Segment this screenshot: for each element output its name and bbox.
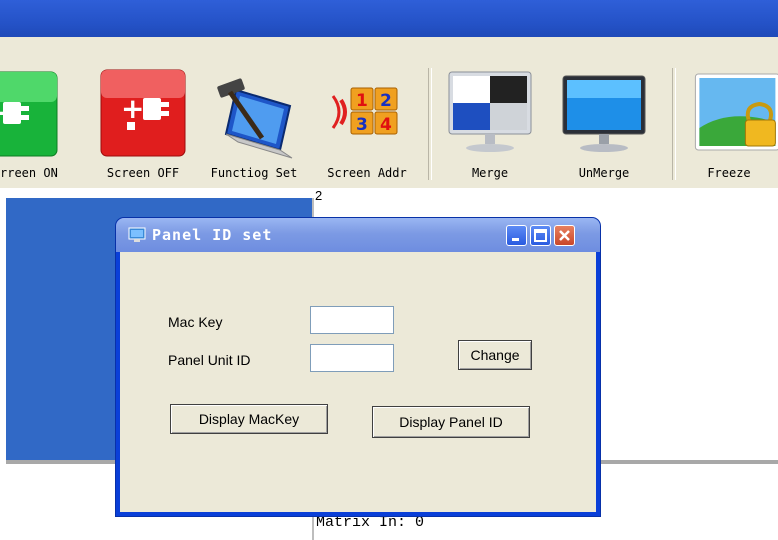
unmerge-label: UnMerge [578, 166, 630, 180]
addr-digit-3: 3 [356, 115, 368, 135]
addr-digit-1: 1 [356, 91, 368, 111]
panel-id-dialog: Panel ID set Mac Key Panel Unit ID Chang… [116, 218, 600, 516]
screen-addr-icon: 1 2 3 4 [331, 87, 398, 135]
minimize-button[interactable] [506, 225, 527, 246]
app-titlebar [0, 0, 778, 37]
mac-key-input[interactable] [310, 306, 394, 334]
dialog-title: Panel ID set [152, 226, 273, 244]
mac-key-label: Mac Key [168, 314, 223, 330]
unmerge-icon [562, 75, 646, 152]
screen-on-label: rreen ON [0, 166, 58, 180]
maximize-button[interactable] [530, 225, 551, 246]
freeze-icon [694, 73, 778, 151]
workspace-top-strip [0, 188, 778, 198]
dialog-body: Mac Key Panel Unit ID Change Display Mac… [120, 252, 596, 512]
close-icon [559, 230, 570, 241]
screen-on-icon: + [0, 71, 58, 157]
toolbar: + rreen ON + Screen OFF Functiog Set [0, 60, 778, 188]
display-mackey-button[interactable]: Display MacKey [170, 404, 328, 434]
unmerge-button[interactable]: UnMerge [554, 66, 654, 184]
close-button[interactable] [554, 225, 575, 246]
matrix-status: Matrix In: 0 [316, 514, 425, 531]
panel-unit-id-input[interactable] [310, 344, 394, 372]
merge-button[interactable]: Merge [440, 66, 540, 184]
toolbar-separator [428, 68, 432, 180]
minimize-icon [512, 238, 519, 241]
screen-addr-button[interactable]: 1 2 3 4 Screen Addr [312, 66, 422, 184]
screen-addr-label: Screen Addr [327, 166, 407, 180]
change-button[interactable]: Change [458, 340, 532, 370]
maximize-icon [534, 229, 547, 242]
addr-digit-4: 4 [380, 115, 392, 135]
display-panel-id-button[interactable]: Display Panel ID [372, 406, 530, 438]
screen-off-icon: + [100, 69, 186, 157]
panel-unit-id-label: Panel Unit ID [168, 352, 251, 368]
function-set-button[interactable]: Functiog Set [200, 66, 308, 184]
svg-text:+: + [121, 92, 144, 125]
toolbar-separator [672, 68, 676, 180]
screen-on-button[interactable]: + rreen ON [0, 66, 82, 184]
screen-off-label: Screen OFF [106, 166, 180, 180]
app-icon [128, 227, 146, 242]
function-set-label: Functiog Set [210, 166, 298, 180]
menu-bar [0, 37, 778, 61]
dialog-titlebar[interactable]: Panel ID set [116, 218, 600, 252]
merge-icon [448, 71, 532, 152]
freeze-button[interactable]: Freeze [680, 66, 778, 184]
addr-digit-2: 2 [380, 91, 392, 111]
freeze-label: Freeze [707, 166, 751, 180]
region-number: 2 [315, 188, 323, 203]
function-set-icon [217, 78, 293, 159]
screen-off-button[interactable]: + Screen OFF [96, 66, 190, 184]
merge-label: Merge [471, 166, 509, 180]
